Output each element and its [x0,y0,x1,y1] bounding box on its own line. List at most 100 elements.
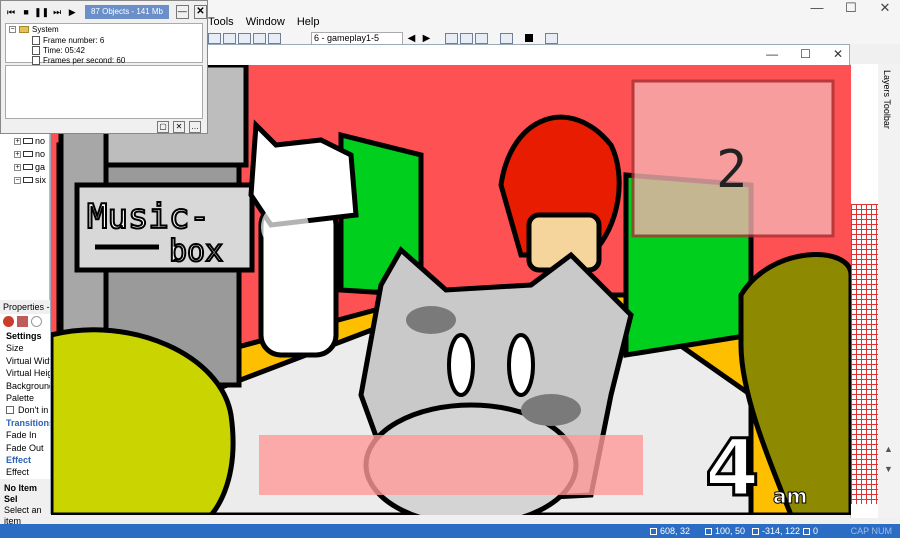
folder-icon [19,26,29,33]
desc-title: No Item Sel [4,482,38,504]
layout-icon-1[interactable] [208,32,221,44]
status-position: -314, 122 [752,526,800,536]
status-bar: 608, 32 100, 50 -314, 122 0 CAP NUM [0,524,900,538]
menu-tools[interactable]: Tools [208,16,234,28]
view-icon-2[interactable] [460,32,473,44]
tree-item[interactable]: + no [14,149,45,159]
restart-icon[interactable]: ⏮ [5,6,17,19]
page-icon [32,56,40,65]
status-size: 100, 50 [705,526,745,536]
menu-help[interactable]: Help [297,16,320,28]
frame-select[interactable]: 6 - gameplay1-5 [311,31,403,45]
expand-icon[interactable]: + [14,150,21,158]
collapse-icon[interactable]: − [9,26,16,33]
debugger-minimize-button[interactable]: — [175,5,189,19]
expand-icon[interactable]: + [14,163,21,171]
prop-background[interactable]: Background [0,380,50,392]
layout-icon-5[interactable] [268,32,281,44]
collapse-icon[interactable]: − [14,176,21,184]
next-frame-icon[interactable]: ▶ [420,32,433,45]
hour-number: 4 [705,424,759,514]
view-icon-4[interactable] [500,32,513,44]
prop-fade-in[interactable]: Fade In [0,429,50,441]
dialog-box [259,435,643,495]
circle-icon[interactable] [31,316,42,327]
view-icon-1[interactable] [445,32,458,44]
play-icon[interactable]: ▶ [66,6,78,19]
properties-title: Properties - 6 [0,300,50,314]
editor-close-button[interactable]: ✕ [878,0,892,16]
view-icon-3[interactable] [475,32,488,44]
menu-window[interactable]: Window [246,16,285,28]
scroll-down-icon[interactable]: ▼ [884,464,893,474]
game-window-controls: — ☐ ✕ [766,47,843,61]
frame-icon [23,177,33,183]
count-icon [803,527,810,535]
game-maximize-button[interactable]: ☐ [800,47,811,61]
prop-section-effect: Effect [6,454,32,465]
editor-maximize-button[interactable]: ☐ [844,0,858,16]
frame-icon [23,151,33,157]
tree-item[interactable]: Frames per second: 60 [32,56,125,65]
sign-line2: box [169,234,223,269]
checkbox[interactable] [6,406,14,415]
tree-item[interactable]: − six [14,175,46,185]
more-icon[interactable]: … [189,121,201,133]
tree-root[interactable]: − System [9,25,59,34]
loading-cursor-icon [261,203,309,251]
tree-item[interactable]: + no [14,136,45,146]
status-count: 0 [803,526,818,536]
layers-toolbar-tab[interactable]: Layers Toolbar ▲ ▼ [878,64,900,518]
red-hair-character [498,114,622,273]
object-counter: 87 Objects - 141 Mb [85,5,169,19]
tree-item[interactable]: + ga [14,162,45,172]
properties-panel: Properties - 6 Settings Size Virtual Wid… [0,300,50,537]
scroll-up-icon[interactable]: ▲ [884,444,893,454]
cursor-icon [650,527,657,535]
pause-icon[interactable]: ❚❚ [34,6,49,19]
editor-minimize-button[interactable]: — [810,0,824,16]
layout-icon-2[interactable] [223,32,236,44]
prop-size[interactable]: Size [0,342,50,354]
debugger-toolbar: ⏮ ■ ❚❚ ⏭ ▶ 87 Objects - 141 Mb — ✕ [1,1,207,23]
game-close-button[interactable]: ✕ [833,47,843,61]
debugger-tree: − System Frame number: 6 Time: 05:42 Fram… [5,23,203,65]
prop-fade-out[interactable]: Fade Out [0,442,50,454]
game-minimize-button[interactable]: — [766,47,778,61]
prop-effect[interactable]: Effect [0,466,50,478]
debugger-close-button[interactable]: ✕ [193,5,207,19]
hour-suffix: am [773,484,807,508]
view-icon-5[interactable] [545,32,558,44]
layout-icon-4[interactable] [253,32,266,44]
frame-icon [23,138,33,144]
prop-palette[interactable]: Palette [0,392,50,404]
editor-window-controls: — ☐ ✕ [810,0,892,16]
stop-icon[interactable]: ■ [20,6,32,19]
debugger-window: ⏮ ■ ❚❚ ⏭ ▶ 87 Objects - 141 Mb — ✕ − Syst… [0,0,208,134]
layout-icon-3[interactable] [238,32,251,44]
gear-icon[interactable] [3,316,14,327]
sign-line1: Music- [87,197,210,237]
expand-icon[interactable]: + [14,137,21,145]
color-swatch-icon[interactable] [525,34,533,42]
frame-icon [23,164,33,170]
page-icon [32,46,40,55]
size-icon [705,527,712,535]
prop-virtual-width[interactable]: Virtual Width [0,355,50,367]
tree-item[interactable]: Time: 05:42 [32,46,85,55]
status-cursor: 608, 32 [650,526,690,536]
tree-item[interactable]: Frame number: 6 [32,36,104,45]
add-watch-icon[interactable]: ▢ [157,121,169,133]
remove-watch-icon[interactable]: ✕ [173,121,185,133]
menu-list: Tools Window Help [208,16,319,28]
properties-toolbar [0,314,50,330]
film-icon[interactable] [17,316,28,327]
prop-dont-include[interactable]: Don't in [0,404,50,416]
status-ghost: CAP NUM [850,526,892,536]
prop-section-transitions: Transitions [6,417,50,428]
prop-virtual-height[interactable]: Virtual Height [0,367,50,379]
prev-frame-icon[interactable]: ◀ [405,32,418,45]
layers-toolbar-label: Layers Toolbar [882,70,892,129]
step-icon[interactable]: ⏭ [51,6,63,19]
prop-section-settings: Settings [6,331,42,341]
